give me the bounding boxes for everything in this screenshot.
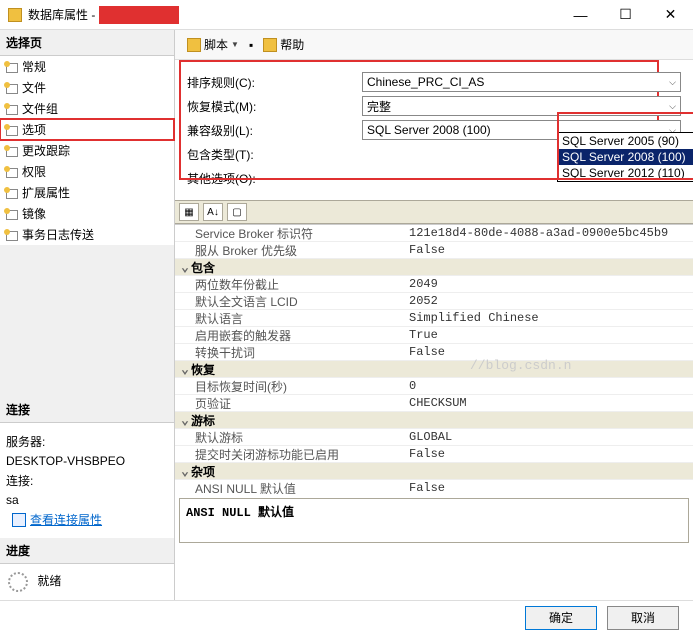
properties-icon bbox=[12, 513, 26, 527]
page-icon bbox=[4, 187, 18, 199]
close-button[interactable]: ✕ bbox=[648, 0, 693, 30]
chevron-down-icon: ⌵ bbox=[669, 101, 676, 112]
nav-list: 常规 文件 文件组 选项 更改跟踪 权限 扩展属性 镜像 事务日志传送 bbox=[0, 56, 174, 245]
page-icon bbox=[4, 103, 18, 115]
grid-toolbar: ▦ A↓ ▢ bbox=[175, 200, 693, 224]
select-page-header: 选择页 bbox=[0, 30, 174, 56]
dropdown-arrow-icon: ▼ bbox=[231, 40, 239, 49]
cat-misc[interactable]: ⌄杂项 bbox=[175, 463, 693, 480]
page-icon bbox=[4, 208, 18, 220]
nav-files[interactable]: 文件 bbox=[0, 77, 174, 98]
page-icon bbox=[4, 229, 18, 241]
cat-cursor[interactable]: ⌄游标 bbox=[175, 412, 693, 429]
collation-label: 排序规则(C): bbox=[187, 74, 362, 91]
server-value: DESKTOP-VHSBPEO bbox=[6, 454, 168, 468]
recovery-label: 恢复模式(M): bbox=[187, 98, 362, 115]
progress-panel: 就绪 bbox=[0, 564, 174, 600]
script-button[interactable]: 脚本▼ bbox=[183, 34, 243, 55]
nav-general[interactable]: 常规 bbox=[0, 56, 174, 77]
page-icon bbox=[4, 124, 18, 136]
nav-mirroring[interactable]: 镜像 bbox=[0, 203, 174, 224]
minimize-button[interactable]: — bbox=[558, 0, 603, 30]
nav-log-shipping[interactable]: 事务日志传送 bbox=[0, 224, 174, 245]
compat-option-2008[interactable]: SQL Server 2008 (100) bbox=[558, 149, 693, 165]
ready-label: 就绪 bbox=[37, 574, 61, 588]
titlebar: 数据库属性 - — ☐ ✕ bbox=[0, 0, 693, 30]
compat-option-2005[interactable]: SQL Server 2005 (90) bbox=[558, 133, 693, 149]
recovery-combo[interactable]: 完整⌵ bbox=[362, 96, 681, 116]
view-connection-link[interactable]: 查看连接属性 bbox=[30, 511, 102, 528]
connection-header: 连接 bbox=[0, 397, 174, 423]
page-icon bbox=[4, 145, 18, 157]
nav-filegroups[interactable]: 文件组 bbox=[0, 98, 174, 119]
grid-prop-button[interactable]: ▢ bbox=[227, 203, 247, 221]
database-icon bbox=[8, 8, 22, 22]
categorized-button[interactable]: ▦ bbox=[179, 203, 199, 221]
spinner-icon bbox=[8, 572, 28, 592]
window-title: 数据库属性 - bbox=[28, 6, 95, 23]
cat-recovery[interactable]: ⌄恢复 bbox=[175, 361, 693, 378]
main-panel: 脚本▼ ▪ 帮助 //blog.csdn.n 排序规则(C):Chinese_P… bbox=[175, 30, 693, 600]
nav-change-tracking[interactable]: 更改跟踪 bbox=[0, 140, 174, 161]
chevron-down-icon: ⌵ bbox=[669, 77, 676, 88]
nav-permissions[interactable]: 权限 bbox=[0, 161, 174, 182]
help-icon bbox=[263, 38, 277, 52]
alphabetical-button[interactable]: A↓ bbox=[203, 203, 223, 221]
ok-button[interactable]: 确定 bbox=[525, 606, 597, 630]
connection-panel: 服务器: DESKTOP-VHSBPEO 连接: sa 查看连接属性 bbox=[0, 423, 174, 538]
progress-header: 进度 bbox=[0, 538, 174, 564]
server-label: 服务器: bbox=[6, 433, 168, 450]
page-icon bbox=[4, 82, 18, 94]
maximize-button[interactable]: ☐ bbox=[603, 0, 648, 30]
cancel-button[interactable]: 取消 bbox=[607, 606, 679, 630]
toolbar: 脚本▼ ▪ 帮助 bbox=[175, 30, 693, 60]
cat-containment[interactable]: ⌄包含 bbox=[175, 259, 693, 276]
footer: 确定 取消 bbox=[0, 600, 693, 634]
compat-label: 兼容级别(L): bbox=[187, 122, 362, 139]
sidebar: 选择页 常规 文件 文件组 选项 更改跟踪 权限 扩展属性 镜像 事务日志传送 … bbox=[0, 30, 175, 600]
compat-option-2012[interactable]: SQL Server 2012 (110) bbox=[558, 165, 693, 181]
redaction-bar bbox=[99, 6, 179, 24]
page-icon bbox=[4, 166, 18, 178]
compat-dropdown[interactable]: SQL Server 2005 (90) SQL Server 2008 (10… bbox=[557, 132, 693, 182]
description-panel: ANSI NULL 默认值 bbox=[179, 498, 689, 543]
nav-options[interactable]: 选项 bbox=[0, 119, 174, 140]
form-area: 排序规则(C):Chinese_PRC_CI_AS⌵ 恢复模式(M):完整⌵ 兼… bbox=[175, 60, 693, 200]
property-grid[interactable]: Service Broker 标识符121e18d4-80de-4088-a3a… bbox=[175, 224, 693, 494]
description-title: ANSI NULL 默认值 bbox=[186, 503, 682, 520]
script-icon bbox=[187, 38, 201, 52]
connection-label: 连接: bbox=[6, 472, 168, 489]
help-button[interactable]: 帮助 bbox=[259, 34, 308, 55]
page-icon bbox=[4, 61, 18, 73]
containment-label: 包含类型(T): bbox=[187, 146, 362, 163]
nav-extended-props[interactable]: 扩展属性 bbox=[0, 182, 174, 203]
other-options-label: 其他选项(O): bbox=[187, 170, 362, 187]
connection-value: sa bbox=[6, 493, 168, 507]
collation-combo[interactable]: Chinese_PRC_CI_AS⌵ bbox=[362, 72, 681, 92]
